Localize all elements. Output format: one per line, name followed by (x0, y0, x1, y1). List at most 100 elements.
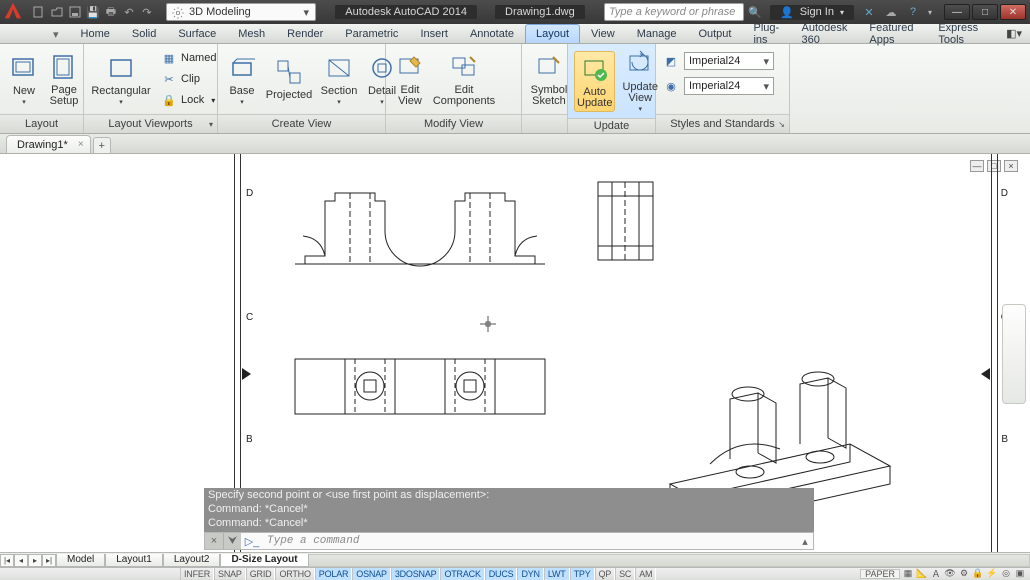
qat-save-icon[interactable] (68, 5, 82, 19)
tab-insert[interactable]: Insert (409, 24, 459, 43)
tab-parametric[interactable]: Parametric (334, 24, 409, 43)
section-style-select[interactable]: ◩ Imperial24▾ (662, 50, 774, 72)
auto-update-button[interactable]: Auto Update (574, 51, 615, 112)
tab-featured-apps[interactable]: Featured Apps (858, 24, 927, 43)
tab-output[interactable]: Output (687, 24, 742, 43)
tab-view[interactable]: View (580, 24, 626, 43)
scale-list-icon[interactable]: 📐 (916, 569, 928, 579)
app-logo[interactable] (0, 0, 26, 24)
qat-new-icon[interactable] (32, 5, 46, 19)
section-view-button[interactable]: Section ▾ (318, 50, 360, 109)
status-toggle-ducs[interactable]: DUCS (485, 568, 518, 580)
status-toggle-dyn[interactable]: DYN (517, 568, 543, 580)
command-close-icon[interactable]: × (205, 533, 223, 549)
close-tab-icon[interactable]: × (78, 139, 84, 150)
minimize-button[interactable]: — (944, 4, 970, 20)
workspace-selector[interactable]: 3D Modeling ▾ (166, 3, 316, 21)
rectangular-viewport-button[interactable]: Rectangular ▾ (90, 50, 152, 109)
status-toggle-ortho[interactable]: ORTHO (275, 568, 314, 580)
layout-nav-prev[interactable]: ◂ (14, 554, 28, 567)
panel-switcher-icon[interactable]: ◧▾ (1006, 27, 1022, 40)
status-toggle-sc[interactable]: SC (615, 568, 635, 580)
tab-autodesk-360[interactable]: Autodesk 360 (791, 24, 859, 43)
status-toggle-otrack[interactable]: OTRACK (440, 568, 484, 580)
grid-display-icon[interactable]: ▦ (902, 569, 914, 579)
command-expand-icon[interactable]: ⮟ (223, 533, 241, 549)
symbol-sketch-button[interactable]: Symbol Sketch (528, 49, 570, 110)
infocenter-search[interactable]: Type a keyword or phrase (604, 3, 744, 21)
isolate-objects-icon[interactable]: ◎ (1000, 569, 1012, 579)
status-toggle-tpy[interactable]: TPY (570, 568, 595, 580)
new-layout-button[interactable]: New ▾ (6, 50, 42, 109)
layout-tab[interactable]: Layout1 (105, 554, 163, 567)
named-viewports-button[interactable]: ▦Named (156, 48, 221, 68)
layout-nav-next[interactable]: ▸ (28, 554, 42, 567)
command-prompt-icon: ▷_ (241, 535, 263, 548)
annotation-scale-icon[interactable]: Ａ (930, 569, 942, 579)
status-toggle-lwt[interactable]: LWT (544, 568, 570, 580)
edit-view-button[interactable]: Edit View (392, 49, 428, 110)
base-view-button[interactable]: Base ▾ (224, 50, 260, 109)
tab-surface[interactable]: Surface (167, 24, 227, 43)
status-toggle-am[interactable]: AM (635, 568, 656, 580)
exchange-icon[interactable]: ✕ (862, 5, 876, 19)
layout-tab[interactable]: Model (56, 554, 105, 567)
edit-components-button[interactable]: Edit Components (432, 49, 496, 110)
chevron-down-icon: ▾ (119, 98, 123, 106)
annotation-visibility-icon[interactable]: 👁 (944, 569, 956, 579)
tab-render[interactable]: Render (276, 24, 334, 43)
ribbon-pin[interactable]: ▾ (42, 24, 70, 43)
help-icon[interactable]: ? (906, 5, 920, 19)
qat-undo-icon[interactable]: ↶ (122, 5, 136, 19)
qat-open-icon[interactable] (50, 5, 64, 19)
dialog-launcher-icon[interactable]: ↘ (778, 120, 785, 129)
status-toggle-qp[interactable]: QP (595, 568, 616, 580)
new-document-tab-button[interactable]: + (93, 137, 111, 153)
cloud-icon[interactable]: ☁ (884, 5, 898, 19)
document-tab[interactable]: Drawing1* × (6, 135, 91, 153)
paper-model-toggle[interactable]: PAPER (860, 569, 900, 579)
qat-redo-icon[interactable]: ↷ (140, 5, 154, 19)
detail-style-select[interactable]: ◉ Imperial24▾ (662, 75, 774, 97)
close-button[interactable]: ✕ (1000, 4, 1026, 20)
update-view-button[interactable]: Update View ▾ (619, 46, 660, 116)
workspace-switch-icon[interactable]: ⚙ (958, 569, 970, 579)
status-toggle-infer[interactable]: INFER (180, 568, 214, 580)
status-toggle-snap[interactable]: SNAP (214, 568, 246, 580)
status-toggle-grid[interactable]: GRID (246, 568, 276, 580)
status-toggle-polar[interactable]: POLAR (315, 568, 353, 580)
projected-view-button[interactable]: Projected (264, 54, 314, 104)
page-setup-button[interactable]: Page Setup (46, 49, 82, 110)
layout-nav-last[interactable]: ▸| (42, 554, 56, 567)
layout-nav-first[interactable]: |◂ (0, 554, 14, 567)
chevron-down-icon: ▾ (295, 6, 309, 19)
tab-solid[interactable]: Solid (121, 24, 167, 43)
drawing-canvas[interactable]: — □ × D D C C B B (0, 154, 1030, 552)
command-input[interactable]: Type a command (263, 535, 797, 547)
command-history-up-icon[interactable]: ▴ (797, 535, 813, 548)
window-title: Autodesk AutoCAD 2014 Drawing1.dwg (316, 5, 604, 19)
maximize-button[interactable]: □ (972, 4, 998, 20)
qat-saveas-icon[interactable]: 💾 (86, 5, 100, 19)
search-icon[interactable]: 🔍 (748, 5, 762, 19)
chevron-down-icon[interactable]: ▾ (928, 8, 932, 17)
layout-tab[interactable]: D-Size Layout (220, 554, 308, 567)
tab-home[interactable]: Home (70, 24, 121, 43)
rectangular-icon (106, 53, 136, 83)
tab-annotate[interactable]: Annotate (459, 24, 525, 43)
layout-tab[interactable]: Layout2 (163, 554, 221, 567)
hardware-accel-icon[interactable]: ⚡ (986, 569, 998, 579)
tab-express-tools[interactable]: Express Tools (927, 24, 994, 43)
status-toggle-3dosnap[interactable]: 3DOSNAP (391, 568, 441, 580)
status-toggle-osnap[interactable]: OSNAP (352, 568, 391, 580)
tab-manage[interactable]: Manage (626, 24, 688, 43)
lock-ui-icon[interactable]: 🔒 (972, 569, 984, 579)
lock-viewport-button[interactable]: 🔒Lock▾ (156, 90, 221, 110)
clean-screen-icon[interactable]: ▣ (1014, 569, 1026, 579)
clip-viewport-button[interactable]: ✂Clip (156, 69, 221, 89)
tab-mesh[interactable]: Mesh (227, 24, 276, 43)
signin-button[interactable]: 👤 Sign In ▾ (770, 5, 854, 20)
tab-layout[interactable]: Layout (525, 24, 580, 43)
tab-plug-ins[interactable]: Plug-ins (742, 24, 790, 43)
qat-plot-icon[interactable]: 🖶 (104, 5, 118, 19)
